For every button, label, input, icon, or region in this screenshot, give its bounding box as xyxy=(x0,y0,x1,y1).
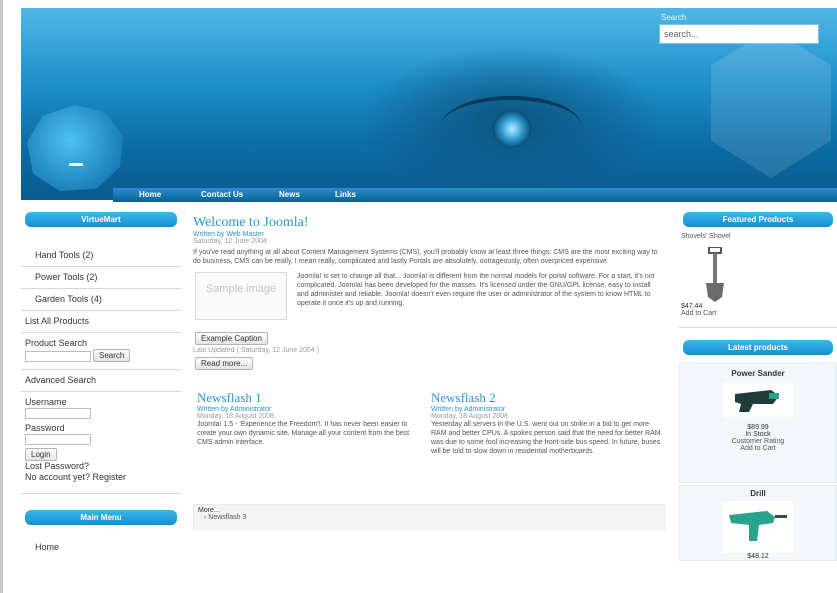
drill-icon xyxy=(729,511,787,541)
main-menu-item-home[interactable]: Home xyxy=(21,541,181,554)
search-input[interactable]: search... xyxy=(659,24,819,44)
list-all-products-link[interactable]: List All Products xyxy=(21,315,181,328)
latest-product-rating: Customer Rating xyxy=(731,438,785,445)
latest-product-card: Power Sander $89.99 In Stock Customer Ra… xyxy=(679,363,837,483)
nav-home[interactable]: Home xyxy=(139,190,161,199)
search-label: Search xyxy=(661,13,687,22)
featured-add-to-cart[interactable]: Add to Cart xyxy=(679,310,837,317)
featured-product-name[interactable]: Shovels' Shovel xyxy=(679,227,837,247)
divider xyxy=(21,391,181,392)
login-button[interactable]: Login xyxy=(25,448,57,461)
featured-product-image[interactable] xyxy=(679,247,837,303)
article-date: Saturday, 12 June 2004 xyxy=(193,238,267,245)
sample-image: Sample image xyxy=(195,272,287,320)
more-item-label: Newsflash 3 xyxy=(208,514,247,521)
virtuemart-header: VirtueMart xyxy=(25,212,177,227)
nav-news[interactable]: News xyxy=(279,190,300,199)
latest-product-card-2: Drill $48.12 xyxy=(679,485,837,561)
latest-product-stock: In Stock xyxy=(745,431,771,438)
last-updated: Last Updated ( Saturday, 12 June 2004 ) xyxy=(193,347,319,354)
read-more-button[interactable]: Read more... xyxy=(195,357,254,370)
product-search-label: Product Search xyxy=(25,338,88,348)
latest-product-name[interactable]: Power Sander xyxy=(680,369,836,378)
article-title[interactable]: Welcome to Joomla! xyxy=(193,215,665,231)
divider xyxy=(21,310,181,311)
main-content: Welcome to Joomla! Written by Web Master… xyxy=(193,215,665,590)
advanced-search-link[interactable]: Advanced Search xyxy=(21,374,181,387)
shovel-icon xyxy=(706,247,724,302)
article-author: Written by Web Master xyxy=(193,231,264,238)
latest-product-2-name[interactable]: Drill xyxy=(680,489,836,498)
more-label: More... xyxy=(198,507,220,514)
latest-product-price: $89.99 xyxy=(747,424,769,431)
newsflash-2-title[interactable]: Newsflash 2 xyxy=(431,390,663,406)
password-field[interactable] xyxy=(25,434,91,445)
left-sidebar: VirtueMart Hand Tools (2) Power Tools (2… xyxy=(21,212,181,593)
nav-contact[interactable]: Contact Us xyxy=(201,190,243,199)
newsflash-1-date: Monday, 18 August 2008 xyxy=(197,413,274,420)
article-body: Joomla! is set to change all that... Joo… xyxy=(297,273,655,307)
lost-password-link[interactable]: Lost Password? xyxy=(21,461,181,472)
newsflash-1-author: Written by Administrator xyxy=(197,406,272,413)
latest-product-2-price: $48.12 xyxy=(747,553,769,560)
username-label: Username xyxy=(25,397,67,407)
drill-image[interactable] xyxy=(723,501,793,553)
article-intro: If you've read anything at all about Con… xyxy=(193,249,658,265)
logo-mark xyxy=(69,163,83,166)
product-search-input[interactable] xyxy=(25,351,91,362)
newsflash-1-body: Joomla! 1.5 - 'Experience the Freedom'!.… xyxy=(197,421,410,446)
divider xyxy=(21,266,181,267)
newsflash-2-body: Yesterday all servers in the U.S. went o… xyxy=(431,421,661,455)
power-sander-icon xyxy=(735,390,779,412)
more-item-newsflash-3[interactable]: › Newsflash 3 xyxy=(198,514,660,521)
image-caption: Example Caption xyxy=(195,332,268,345)
divider xyxy=(21,369,181,370)
divider xyxy=(21,332,181,333)
featured-product-price: $47.44 xyxy=(681,303,703,310)
eye-iris xyxy=(493,110,531,148)
latest-add-to-cart[interactable]: Add to Cart xyxy=(680,445,836,452)
eye-graphic xyxy=(441,96,581,156)
category-hand-tools[interactable]: Hand Tools (2) xyxy=(21,249,181,262)
nav-links[interactable]: Links xyxy=(335,190,356,199)
newsflash-2-date: Monday, 18 August 2008 xyxy=(431,413,508,420)
decorative-hexagon xyxy=(711,28,831,178)
featured-products-header: Featured Products xyxy=(683,212,833,227)
divider xyxy=(21,493,181,494)
newsflash-1-title[interactable]: Newsflash 1 xyxy=(197,390,417,406)
divider xyxy=(21,288,181,289)
right-sidebar: Featured Products Shovels' Shovel $47.44… xyxy=(679,212,837,593)
category-power-tools[interactable]: Power Tools (2) xyxy=(21,271,181,284)
username-field[interactable] xyxy=(25,408,91,419)
power-sander-image[interactable] xyxy=(723,382,793,418)
main-menu-header: Main Menu xyxy=(25,510,177,525)
register-link[interactable]: No account yet? Register xyxy=(21,472,181,483)
page: Search search... Home Contact Us News Li… xyxy=(0,0,837,593)
category-garden-tools[interactable]: Garden Tools (4) xyxy=(21,293,181,306)
divider xyxy=(679,327,837,328)
password-label: Password xyxy=(25,423,65,433)
latest-products-header: Latest products xyxy=(683,340,833,355)
product-search-button[interactable]: Search xyxy=(93,349,131,362)
newsflash-2-author: Written by Administrator xyxy=(431,406,506,413)
